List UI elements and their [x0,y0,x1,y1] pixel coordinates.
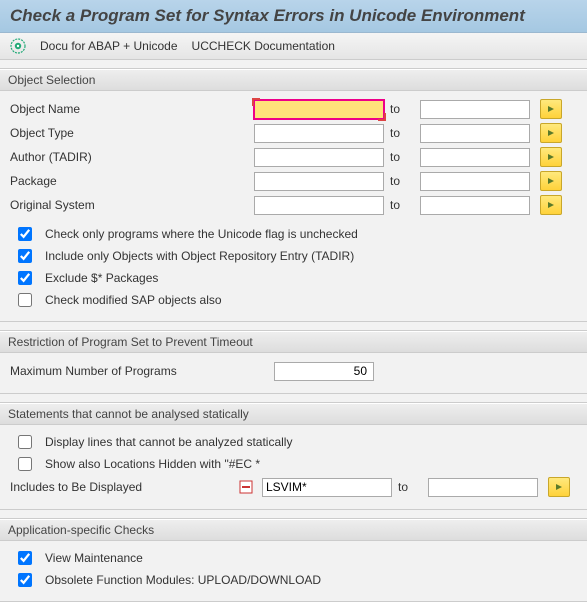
to-label: to [390,174,414,188]
max-programs-label: Maximum Number of Programs [8,364,268,378]
section-header: Object Selection [0,69,587,91]
to-label: to [390,126,414,140]
include-tadir-checkbox[interactable] [18,249,32,263]
original-system-label: Original System [8,198,248,212]
object-name-from-input[interactable] [254,100,384,119]
section-header: Statements that cannot be analysed stati… [0,403,587,425]
package-from-input[interactable] [254,172,384,191]
object-type-from-input[interactable] [254,124,384,143]
section-restriction: Restriction of Program Set to Prevent Ti… [0,330,587,394]
view-maintenance-label: View Maintenance [45,551,143,565]
author-from-input[interactable] [254,148,384,167]
section-header: Application-specific Checks [0,519,587,541]
object-name-label: Object Name [8,102,248,116]
page-title: Check a Program Set for Syntax Errors in… [0,0,587,33]
package-label: Package [8,174,248,188]
original-system-to-input[interactable] [420,196,530,215]
to-label: to [390,198,414,212]
section-statements: Statements that cannot be analysed stati… [0,402,587,510]
object-type-label: Object Type [8,126,248,140]
show-hidden-ec-label: Show also Locations Hidden with "#EC * [45,457,260,471]
package-multi-button[interactable] [540,171,562,191]
object-name-multi-button[interactable] [540,99,562,119]
section-object-selection: Object Selection Object Name to Object T… [0,68,587,322]
max-programs-input[interactable] [274,362,374,381]
view-maintenance-checkbox[interactable] [18,551,32,565]
obsolete-fm-label: Obsolete Function Modules: UPLOAD/DOWNLO… [45,573,321,587]
section-header: Restriction of Program Set to Prevent Ti… [0,331,587,353]
show-hidden-ec-checkbox[interactable] [18,457,32,471]
toolbar: Docu for ABAP + Unicode UCCHECK Document… [0,33,587,60]
check-modified-sap-label: Check modified SAP objects also [45,293,222,307]
display-lines-label: Display lines that cannot be analyzed st… [45,435,292,449]
obsolete-fm-checkbox[interactable] [18,573,32,587]
section-app-checks: Application-specific Checks View Mainten… [0,518,587,602]
original-system-from-input[interactable] [254,196,384,215]
includes-from-input[interactable] [262,478,392,497]
object-name-to-input[interactable] [420,100,530,119]
display-lines-checkbox[interactable] [18,435,32,449]
author-label: Author (TADIR) [8,150,248,164]
uccheck-documentation-link[interactable]: UCCHECK Documentation [192,39,335,53]
original-system-multi-button[interactable] [540,195,562,215]
exclude-dollar-packages-label: Exclude $* Packages [45,271,158,285]
object-type-multi-button[interactable] [540,123,562,143]
check-modified-sap-checkbox[interactable] [18,293,32,307]
include-tadir-label: Include only Objects with Object Reposit… [45,249,354,263]
check-unicode-flag-label: Check only programs where the Unicode fl… [45,227,358,241]
execute-icon[interactable] [10,38,26,54]
package-to-input[interactable] [420,172,530,191]
check-unicode-flag-checkbox[interactable] [18,227,32,241]
includes-multi-button[interactable] [548,477,570,497]
to-label: to [390,102,414,116]
to-label: to [390,150,414,164]
object-type-to-input[interactable] [420,124,530,143]
author-to-input[interactable] [420,148,530,167]
docu-abap-unicode-link[interactable]: Docu for ABAP + Unicode [40,39,178,53]
includes-label: Includes to Be Displayed [8,480,232,494]
author-multi-button[interactable] [540,147,562,167]
includes-to-input[interactable] [428,478,538,497]
exclude-single-value-icon[interactable] [238,479,254,495]
to-label: to [398,480,422,494]
exclude-dollar-packages-checkbox[interactable] [18,271,32,285]
